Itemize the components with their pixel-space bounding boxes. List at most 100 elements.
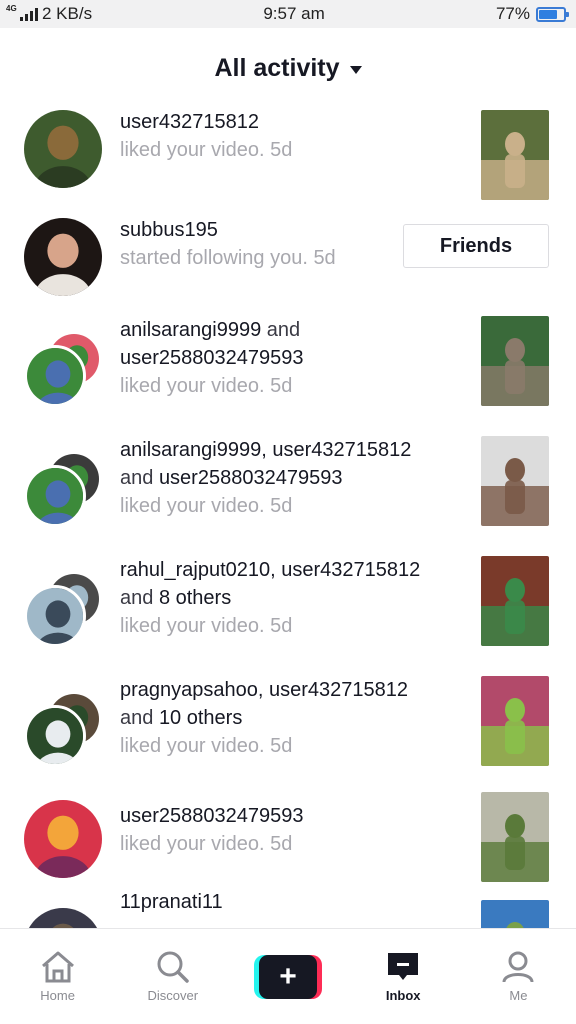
activity-names: and user2588032479593 <box>120 464 460 492</box>
avatar[interactable] <box>24 110 102 188</box>
avatar-image <box>24 908 102 928</box>
activity-item[interactable]: user432715812 liked your video. 5d <box>0 108 576 228</box>
activity-list[interactable]: user432715812 liked your video. 5d subbus… <box>0 108 576 928</box>
video-thumbnail[interactable] <box>481 676 549 766</box>
battery-percent: 77% <box>495 4 530 23</box>
nav-item-discover[interactable]: Discover <box>115 929 230 1024</box>
activity-text: anilsarangi9999 and user2588032479593 like… <box>120 316 460 400</box>
create-button[interactable]: + <box>254 954 322 999</box>
avatar[interactable] <box>24 218 102 296</box>
header: All activity <box>0 28 576 108</box>
username-link[interactable]: user432715812 <box>120 111 259 133</box>
nav-label: Discover <box>147 988 199 1003</box>
avatar[interactable] <box>24 331 102 409</box>
avatar-image <box>24 800 102 878</box>
bottom-nav: Home Discover + Inbox Me <box>0 928 576 1024</box>
username-link[interactable]: rahul_rajput0210, user432715812 <box>120 559 420 581</box>
username-link[interactable]: anilsarangi9999, user432715812 <box>120 439 411 461</box>
connector-text: and <box>261 319 301 341</box>
activity-names: and 10 others <box>120 704 460 732</box>
video-thumbnail[interactable] <box>481 316 549 406</box>
activity-action: liked your video. 5d <box>120 735 293 757</box>
username-link[interactable]: user2588032479593 <box>120 805 304 827</box>
activity-action: liked your video. 5d <box>120 833 293 855</box>
activity-item[interactable]: anilsarangi9999, user432715812 and user25… <box>0 436 576 563</box>
username-link[interactable]: subbus195 <box>120 219 218 241</box>
activity-item[interactable]: 11pranati11 <box>0 891 576 928</box>
activity-item[interactable]: rahul_rajput0210, user432715812 and 8 oth… <box>0 556 576 683</box>
username-link[interactable]: 8 others <box>159 587 231 609</box>
activity-names: anilsarangi9999, user432715812 <box>120 436 460 464</box>
nav-item-home[interactable]: Home <box>0 929 115 1024</box>
avatar-image-front <box>24 465 86 527</box>
activity-names: user2588032479593 <box>120 344 460 372</box>
avatar[interactable] <box>24 800 102 878</box>
video-thumbnail[interactable] <box>481 900 549 928</box>
activity-text: rahul_rajput0210, user432715812 and 8 oth… <box>120 556 460 640</box>
profile-icon <box>501 950 535 984</box>
connector-text: and <box>120 587 159 609</box>
avatar-image <box>24 218 102 296</box>
username-link[interactable]: user2588032479593 <box>120 347 304 369</box>
avatar-image-front <box>24 705 86 767</box>
nav-label: Home <box>40 988 75 1003</box>
activity-names: 11pranati11 <box>120 888 460 916</box>
connector-text: and <box>120 467 159 489</box>
activity-names: pragnyapsahoo, user432715812 <box>120 676 460 704</box>
nav-item-me[interactable]: Me <box>461 929 576 1024</box>
search-icon <box>155 950 191 984</box>
friends-button[interactable]: Friends <box>403 224 549 268</box>
username-link[interactable]: anilsarangi9999 <box>120 319 261 341</box>
activity-action: liked your video. 5d <box>120 375 293 397</box>
battery-icon <box>536 6 569 22</box>
activity-item[interactable]: pragnyapsahoo, user432715812 and 10 other… <box>0 676 576 803</box>
signal-icon: 4G <box>6 4 38 21</box>
activity-names: user432715812 <box>120 108 460 136</box>
activity-text: user432715812 liked your video. 5d <box>120 108 460 164</box>
home-icon <box>39 950 77 984</box>
avatar[interactable] <box>24 451 102 529</box>
page-title: All activity <box>214 53 340 82</box>
plus-icon: + <box>259 954 317 999</box>
avatar[interactable] <box>24 908 102 928</box>
username-link[interactable]: 10 others <box>159 707 242 729</box>
avatar[interactable] <box>24 571 102 649</box>
username-link[interactable]: user2588032479593 <box>159 467 343 489</box>
nav-item-inbox[interactable]: Inbox <box>346 929 461 1024</box>
activity-text: anilsarangi9999, user432715812 and user25… <box>120 436 460 520</box>
caret-down-icon <box>349 65 362 74</box>
status-left: 4G 2 KB/s <box>6 4 92 24</box>
avatar-image <box>24 110 102 188</box>
status-right: 77% <box>495 4 569 24</box>
activity-text: 11pranati11 <box>120 888 460 916</box>
activity-action: liked your video. 5d <box>120 615 293 637</box>
inbox-icon <box>386 950 420 984</box>
avatar-image-front <box>24 585 86 647</box>
activity-text: user2588032479593 liked your video. 5d <box>120 802 460 858</box>
video-thumbnail[interactable] <box>481 556 549 646</box>
activity-action: liked your video. 5d <box>120 139 293 161</box>
network-speed: 2 KB/s <box>42 4 93 23</box>
nav-label: Inbox <box>385 988 421 1003</box>
video-thumbnail[interactable] <box>481 436 549 526</box>
nav-label: Me <box>509 988 528 1003</box>
connector-text: and <box>120 707 159 729</box>
activity-action: liked your video. 5d <box>120 495 293 517</box>
username-link[interactable]: pragnyapsahoo, user432715812 <box>120 679 408 701</box>
status-time: 9:57 am <box>263 4 325 23</box>
username-link[interactable]: 11pranati11 <box>120 891 223 913</box>
video-thumbnail[interactable] <box>481 792 549 882</box>
activity-text: pragnyapsahoo, user432715812 and 10 other… <box>120 676 460 760</box>
activity-names: user2588032479593 <box>120 802 460 830</box>
nav-item-create[interactable]: + <box>230 929 345 1024</box>
avatar-image-front <box>24 345 86 407</box>
activity-names: rahul_rajput0210, user432715812 <box>120 556 460 584</box>
status-bar: 4G 2 KB/s 9:57 am 77% <box>0 0 576 28</box>
video-thumbnail[interactable] <box>481 110 549 200</box>
activity-names: anilsarangi9999 and <box>120 316 460 344</box>
activity-names: and 8 others <box>120 584 460 612</box>
avatar[interactable] <box>24 691 102 769</box>
network-tag: 4G <box>6 4 17 13</box>
activity-item[interactable]: anilsarangi9999 and user2588032479593 like… <box>0 316 576 443</box>
activity-filter-dropdown[interactable]: All activity <box>214 53 362 83</box>
